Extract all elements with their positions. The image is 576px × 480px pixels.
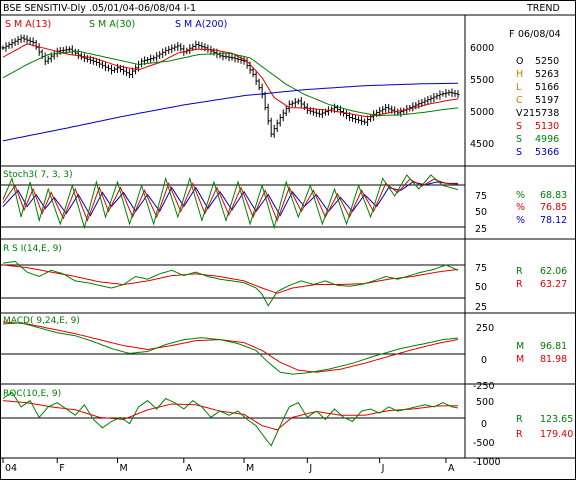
roc-axis-tick-0: 0 [481,419,487,430]
roc-value-label: R [516,414,523,425]
legend-sma200: S M A(200) [175,19,227,30]
macd-axis-tick-250: 250 [476,323,494,334]
info-open-value: 5250 [535,56,559,67]
info-high-value: 5263 [535,69,559,80]
info-volume-label: V [516,108,523,119]
macd-value: 96.81 [540,341,567,352]
x-axis-label: F [59,463,64,474]
info-close-label: C [516,95,523,106]
rsi-signal-label: R [516,279,523,290]
stoch-title: Stoch3( 7, 3, 3) [3,170,73,180]
stoch-slow-value: 78.12 [540,215,567,226]
x-axis-label: A [448,463,455,474]
stoch-axis-tick-50: 50 [475,207,487,218]
info-volume-value: 215738 [523,108,559,119]
roc-axis-tick-500: 500 [476,397,494,408]
macd-axis-tick-0: 0 [481,355,487,366]
stoch-axis-tick-75: 75 [475,191,487,202]
price-axis-tick-5000: 5000 [470,107,494,118]
x-axis-label: 04 [5,463,17,474]
roc-signal-value: 179.40 [540,429,573,440]
chart-title: BSE SENSITIV-Dly .05/01/04-06/08/04 I-1 [3,3,196,14]
stoch-k-value: 68.83 [540,190,567,201]
x-axis-label: M [246,463,254,474]
macd-signal-label: M [516,354,524,365]
rsi-signal-value: 63.27 [540,279,567,290]
info-close-value: 5197 [535,95,559,106]
info-sma30-label: S [516,134,522,145]
rsi-axis-tick-25: 25 [475,302,487,313]
macd-axis-tick-neg250: -250 [473,381,495,392]
info-open-label: O [516,56,523,67]
info-sma30-value: 4996 [535,134,559,145]
stoch-k-label: % [516,190,525,201]
price-axis-tick-5500: 5500 [470,75,494,86]
price-axis-tick-6000: 6000 [470,43,494,54]
technical-chart: BSE SENSITIV-Dly .05/01/04-06/08/04 I-1 … [0,0,576,480]
stoch-d-value: 76.85 [540,202,567,213]
info-low-label: L [516,82,522,93]
x-axis-label: J [381,463,385,474]
rsi-axis-tick-75: 75 [475,263,487,274]
macd-title: MACD( 9,24,E, 9) [3,316,80,326]
roc-value: 123.65 [540,414,573,425]
info-sma200-value: 5366 [535,147,559,158]
rsi-title: R S I(14,E, 9) [3,244,62,254]
macd-signal-value: 81.98 [540,354,567,365]
roc-signal-label: R [516,429,523,440]
x-axis-label: A [186,463,193,474]
info-sma200-label: S [516,147,522,158]
rsi-value-label: R [516,266,523,277]
macd-value-label: M [516,341,524,352]
price-axis-tick-4500: 4500 [470,139,494,150]
info-date-value: 06/08/04 [518,29,561,40]
roc-axis-tick-neg500: -500 [473,438,495,449]
info-sma13-label: S [516,121,522,132]
legend-sma13: S M A(13) [5,19,51,30]
info-date-label: F [509,29,514,40]
legend-sma30: S M A(30) [89,19,135,30]
trend-label: TREND [526,3,560,14]
stoch-d-label: % [516,202,525,213]
stoch-axis-tick-25: 25 [475,224,487,235]
rsi-value: 62.06 [540,266,567,277]
roc-axis-tick-neg1000: -1000 [473,457,501,468]
stoch-slow-label: % [516,215,525,226]
roc-title: ROC(10,E, 9) [3,389,61,399]
info-sma13-value: 5130 [535,121,559,132]
rsi-axis-tick-50: 50 [475,282,487,293]
info-low-value: 5166 [535,82,559,93]
x-axis-label: M [120,463,128,474]
x-axis-label: J [308,463,312,474]
info-high-label: H [516,69,523,80]
